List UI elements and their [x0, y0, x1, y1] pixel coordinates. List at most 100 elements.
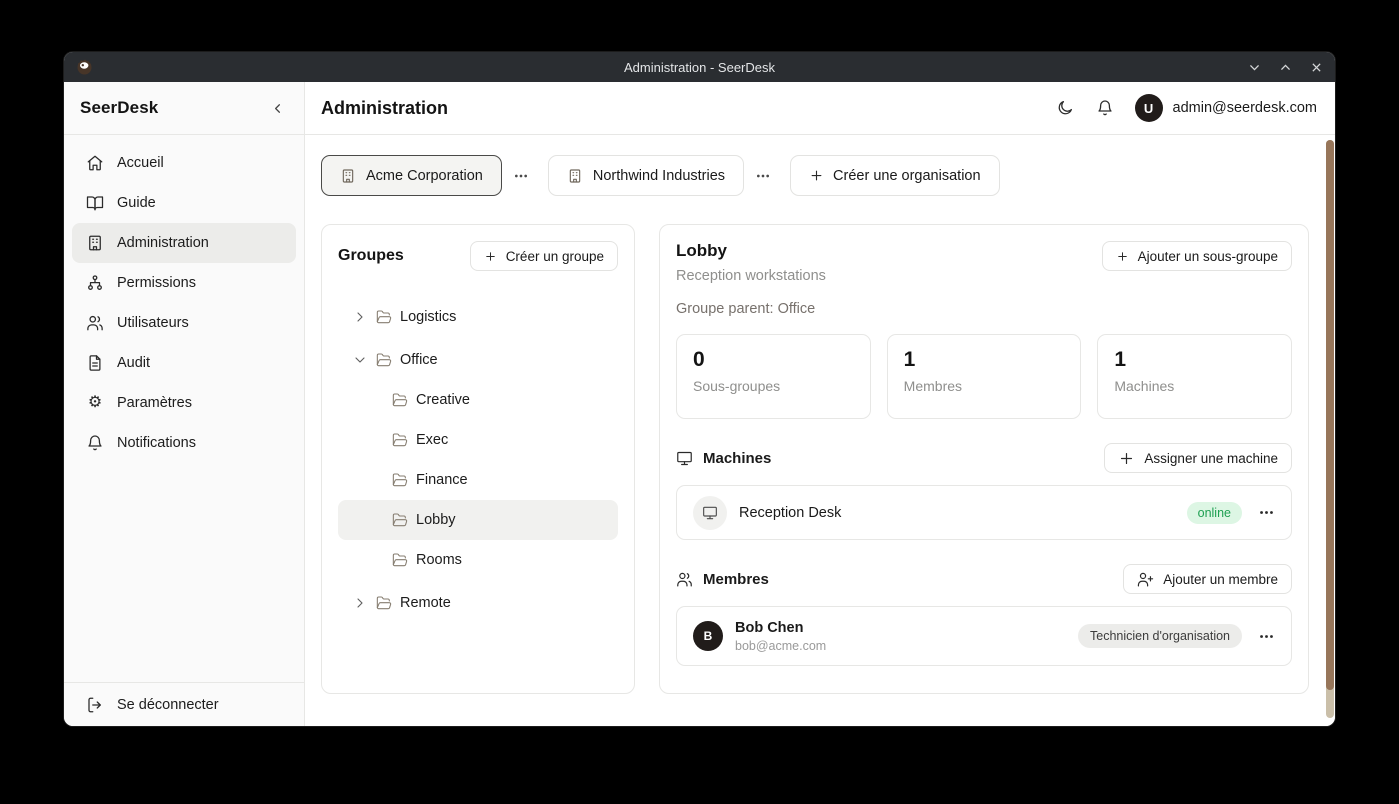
bell-icon	[86, 434, 104, 452]
book-open-icon	[86, 194, 104, 212]
folder-open-icon	[392, 512, 408, 528]
machine-actions-button[interactable]	[1258, 504, 1275, 521]
machines-section-header: Machines Assigner une machine	[676, 443, 1292, 473]
building-icon	[340, 168, 356, 184]
main-header: Administration U admin@seerdesk.com	[305, 82, 1335, 135]
sidebar: SeerDesk Accueil Guide Administration	[64, 82, 305, 726]
sidebar-item-label: Permissions	[117, 275, 196, 291]
user-menu[interactable]: U admin@seerdesk.com	[1135, 94, 1317, 122]
file-text-icon	[86, 354, 104, 372]
folder-open-icon	[376, 309, 392, 325]
assign-machine-button[interactable]: Assigner une machine	[1104, 443, 1292, 473]
sidebar-item-label: Audit	[117, 355, 150, 371]
org-tab-label: Acme Corporation	[366, 168, 483, 184]
assign-machine-label: Assigner une machine	[1144, 451, 1278, 466]
building-icon	[567, 168, 583, 184]
sidebar-collapse-button[interactable]	[266, 97, 288, 119]
stat-card-subgroups: 0 Sous-groupes	[676, 334, 871, 419]
machines-section-title: Machines	[703, 450, 771, 467]
logout-label: Se déconnecter	[117, 697, 219, 713]
add-member-button[interactable]: Ajouter un membre	[1123, 564, 1292, 594]
tree-row-rooms[interactable]: Rooms	[338, 540, 618, 580]
stat-label: Membres	[904, 378, 1065, 394]
logout-button[interactable]: Se déconnecter	[72, 685, 296, 725]
members-section-header: Membres Ajouter un membre	[676, 564, 1292, 594]
ellipsis-icon	[1258, 504, 1275, 521]
create-group-button[interactable]: Créer un groupe	[470, 241, 618, 271]
folder-open-icon	[376, 595, 392, 611]
sidebar-nav: Accueil Guide Administration Permissions…	[64, 135, 304, 682]
member-role-badge: Technicien d'organisation	[1078, 624, 1242, 648]
titlebar: Administration - SeerDesk	[64, 52, 1335, 82]
folder-open-icon	[392, 472, 408, 488]
users-icon	[676, 571, 693, 588]
machine-row[interactable]: Reception Desk online	[676, 485, 1292, 540]
org-tab-acme-corporation[interactable]: Acme Corporation	[321, 155, 502, 196]
chevron-down-icon	[352, 352, 368, 368]
tree-row-creative[interactable]: Creative	[338, 380, 618, 420]
ellipsis-icon	[755, 168, 771, 184]
groups-panel-title: Groupes	[338, 247, 404, 265]
sidebar-item-permissions[interactable]: Permissions	[72, 263, 296, 303]
user-avatar: U	[1135, 94, 1163, 122]
stat-label: Sous-groupes	[693, 378, 854, 394]
sidebar-item-notifications[interactable]: Notifications	[72, 423, 296, 463]
window-maximize-icon[interactable]	[1279, 61, 1292, 74]
member-row[interactable]: B Bob Chen bob@acme.com Technicien d'org…	[676, 606, 1292, 666]
create-organisation-button[interactable]: Créer une organisation	[790, 155, 1000, 196]
notifications-button[interactable]	[1095, 98, 1115, 118]
stat-value: 1	[1114, 348, 1275, 372]
folder-open-icon	[392, 552, 408, 568]
sidebar-item-administration[interactable]: Administration	[72, 223, 296, 263]
create-organisation-label: Créer une organisation	[833, 168, 981, 184]
window-close-icon[interactable]	[1310, 61, 1323, 74]
chevron-right-icon	[352, 595, 368, 611]
plus-icon	[1118, 450, 1135, 467]
org-northwind-more-button[interactable]	[744, 161, 782, 191]
sidebar-item-audit[interactable]: Audit	[72, 343, 296, 383]
scrollbar-thumb[interactable]	[1326, 140, 1334, 690]
org-tab-northwind-industries[interactable]: Northwind Industries	[548, 155, 744, 196]
user-email: admin@seerdesk.com	[1173, 100, 1317, 116]
tree-row-lobby[interactable]: Lobby	[338, 500, 618, 540]
sidebar-item-guide[interactable]: Guide	[72, 183, 296, 223]
sidebar-item-label: Accueil	[117, 155, 164, 171]
stat-value: 0	[693, 348, 854, 372]
tree-row-office[interactable]: Office	[338, 340, 618, 380]
sidebar-item-label: Guide	[117, 195, 156, 211]
chevron-right-icon	[352, 309, 368, 325]
tree-row-finance[interactable]: Finance	[338, 460, 618, 500]
group-title: Lobby	[676, 241, 826, 261]
brand-name: SeerDesk	[80, 98, 158, 118]
add-subgroup-button[interactable]: Ajouter un sous-groupe	[1102, 241, 1292, 271]
tree-row-label: Remote	[400, 595, 451, 611]
bell-icon	[1096, 99, 1114, 117]
sidebar-item-label: Administration	[117, 235, 209, 251]
moon-icon	[1056, 99, 1074, 117]
plus-icon	[809, 168, 824, 183]
tree-row-label: Office	[400, 352, 438, 368]
sidebar-item-utilisateurs[interactable]: Utilisateurs	[72, 303, 296, 343]
org-acme-more-button[interactable]	[502, 161, 540, 191]
tree-row-label: Lobby	[416, 512, 456, 528]
tree-row-label: Rooms	[416, 552, 462, 568]
sidebar-item-accueil[interactable]: Accueil	[72, 143, 296, 183]
add-subgroup-label: Ajouter un sous-groupe	[1138, 249, 1278, 264]
monitor-icon	[676, 450, 693, 467]
group-detail-panel: Lobby Reception workstations Groupe pare…	[659, 224, 1309, 694]
member-actions-button[interactable]	[1258, 628, 1275, 645]
tree-row-exec[interactable]: Exec	[338, 420, 618, 460]
stat-value: 1	[904, 348, 1065, 372]
theme-toggle-button[interactable]	[1055, 98, 1075, 118]
window-minimize-icon[interactable]	[1248, 61, 1261, 74]
tree-row-remote[interactable]: Remote	[338, 583, 618, 623]
chevron-left-icon	[270, 101, 285, 116]
home-icon	[86, 154, 104, 172]
stat-card-machines: 1 Machines	[1097, 334, 1292, 419]
group-description: Reception workstations	[676, 268, 826, 284]
members-section-title: Membres	[703, 571, 769, 588]
machine-name: Reception Desk	[739, 505, 841, 521]
tree-row-logistics[interactable]: Logistics	[338, 297, 618, 337]
tree-row-label: Exec	[416, 432, 448, 448]
sidebar-item-parametres[interactable]: ⚙ Paramètres	[72, 383, 296, 423]
